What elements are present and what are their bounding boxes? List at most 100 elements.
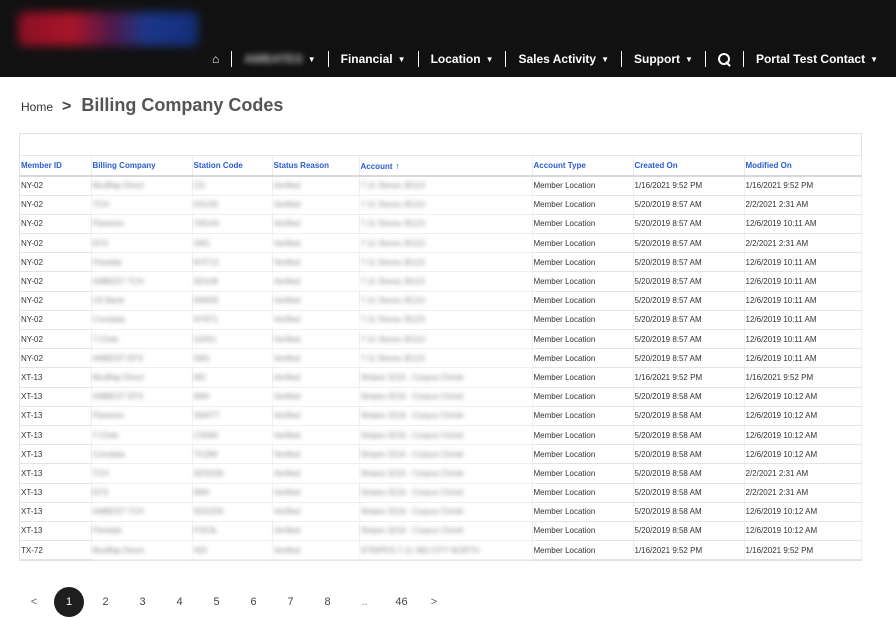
cell-account-type: Member Location xyxy=(532,271,634,292)
column-header-created-on[interactable]: Created On xyxy=(633,156,745,177)
table-row[interactable]: NY-02 AMBEST EFS SM1 Verified 7-11 Stores 35… xyxy=(20,348,862,369)
cell-modified-on: 12/6/2019 10:11 AM xyxy=(744,310,862,331)
cell-status-reason: Verified xyxy=(272,176,360,196)
cell-account: Stripes 3216 - Corpus Christi xyxy=(359,444,533,465)
grid-toolbar xyxy=(20,134,861,156)
top-navigation-bar: ⌂ AMBATES ▼ Financial ▼ Location ▼ Sales… xyxy=(0,0,896,77)
cell-modified-on: 2/2/2021 2:31 AM xyxy=(744,483,862,503)
cell-modified-on: 12/6/2019 10:12 AM xyxy=(744,444,862,465)
page-button[interactable]: 6 xyxy=(235,596,272,608)
page-button[interactable]: 2 xyxy=(87,596,124,608)
nav-item-financial[interactable]: Financial ▼ xyxy=(329,52,418,66)
cell-account-type: Member Location xyxy=(532,444,634,465)
page-button[interactable]: 5 xyxy=(198,596,235,608)
table-row[interactable]: TX-72 Mudflap Direct ADI Verified STRIPES-7-… xyxy=(20,540,862,561)
table-row[interactable]: NY-02 Mudflap Direct CD Verified 7-11 Stores… xyxy=(20,176,862,196)
cell-created-on: 1/16/2021 9:52 PM xyxy=(633,176,745,196)
table-row[interactable]: XT-13 AMBEST TCH SDS206 Verified Stripes 321… xyxy=(20,502,862,522)
table-row[interactable]: NY-02 Fleetone YM143 Verified 7-11 Stores 35… xyxy=(20,214,862,235)
cell-created-on: 5/20/2019 8:58 AM xyxy=(633,521,745,542)
nav-item-blurred[interactable]: AMBATES ▼ xyxy=(232,52,327,66)
cell-billing-company: T-Chek xyxy=(91,425,193,446)
table-row[interactable]: NY-02 Fleetdat NYF13 Verified 7-11 Stores 35… xyxy=(20,252,862,273)
chevron-down-icon: ▼ xyxy=(685,54,693,64)
column-header-account-type[interactable]: Account Type xyxy=(532,156,634,177)
table-row[interactable]: NY-02 Comdata NY871 Verified 7-11 Stores 351… xyxy=(20,310,862,331)
nav-item-location[interactable]: Location ▼ xyxy=(419,52,506,66)
cell-status-reason: Verified xyxy=(272,214,360,235)
page-button[interactable]: 7 xyxy=(272,596,309,608)
nav-item-label: Financial xyxy=(340,52,393,66)
table-row[interactable]: XT-13 EFS 9M4 Verified Stripes 3216 - Corpus… xyxy=(20,483,862,503)
chevron-down-icon: ▼ xyxy=(870,54,878,64)
breadcrumb-separator: > xyxy=(62,98,72,115)
cell-station-code: NN005 xyxy=(192,291,273,311)
cell-account-type: Member Location xyxy=(532,310,634,331)
cell-created-on: 5/20/2019 8:57 AM xyxy=(633,214,745,235)
cell-created-on: 5/20/2019 8:57 AM xyxy=(633,291,745,311)
cell-account: Stripes 3216 - Corpus Christi xyxy=(359,502,533,522)
table-row[interactable]: XT-13 Fleetdat FXE3L Verified Stripes 3216 -… xyxy=(20,521,862,542)
cell-account: 7-11 Stores 35115 xyxy=(359,271,533,292)
prev-page-button[interactable]: < xyxy=(20,596,48,608)
table-row[interactable]: NY-02 TCH DS106 Verified 7-11 Stores 35115 Me… xyxy=(20,195,862,215)
page-button[interactable]: 3 xyxy=(124,596,161,608)
cell-billing-company: Fleetone xyxy=(91,214,193,235)
nav-item-support[interactable]: Support ▼ xyxy=(622,52,705,66)
table-row[interactable]: XT-13 AMBEST EFS 9M4 Verified Stripes 3216 -… xyxy=(20,387,862,407)
page-button[interactable]: 8 xyxy=(309,596,346,608)
cell-status-reason: Verified xyxy=(272,540,360,561)
table-row[interactable]: NY-02 T-Chek S2051 Verified 7-11 Stores 3511… xyxy=(20,329,862,350)
cell-member-id: NY-02 xyxy=(20,348,92,369)
cell-account-type: Member Location xyxy=(532,483,634,503)
column-header-member-id[interactable]: Member ID xyxy=(20,156,92,177)
cell-created-on: 5/20/2019 8:57 AM xyxy=(633,252,745,273)
table-row[interactable]: XT-13 TCH SDS206 Verified Stripes 3216 - Cor… xyxy=(20,463,862,484)
page-button-current[interactable]: 1 xyxy=(54,587,84,617)
cell-account: 7-11 Stores 35115 xyxy=(359,291,533,311)
table-row[interactable]: NY-02 EFS SM1 Verified 7-11 Stores 35115 Memb… xyxy=(20,233,862,254)
nav-item-sales-activity[interactable]: Sales Activity ▼ xyxy=(506,52,621,66)
cell-billing-company: TCH xyxy=(91,195,193,215)
cell-account: Stripes 3216 - Corpus Christi xyxy=(359,406,533,426)
table-row[interactable]: XT-13 Comdata TX288 Verified Stripes 3216 - … xyxy=(20,444,862,465)
table-row[interactable]: XT-13 Mudflap Direct MD Verified Stripes 321… xyxy=(20,367,862,388)
page-button[interactable]: 4 xyxy=(161,596,198,608)
column-header-station-code[interactable]: Station Code xyxy=(192,156,273,177)
column-header-billing-company[interactable]: Billing Company xyxy=(91,156,193,177)
sort-ascending-icon: ↑ xyxy=(395,160,401,171)
column-header-account[interactable]: Account ↑ xyxy=(359,156,533,177)
cell-account-type: Member Location xyxy=(532,195,634,215)
cell-modified-on: 1/16/2021 9:52 PM xyxy=(744,540,862,561)
cell-status-reason: Verified xyxy=(272,387,360,407)
table-row[interactable]: NY-02 AMBEST TCH SD106 Verified 7-11 Stores … xyxy=(20,271,862,292)
cell-account-type: Member Location xyxy=(532,502,634,522)
pagination-ellipsis: .. xyxy=(361,596,368,608)
company-logo[interactable] xyxy=(18,12,198,46)
table-header-row: Member ID Billing Company Station Code S… xyxy=(20,156,862,177)
cell-station-code: SM1 xyxy=(192,233,273,254)
cell-modified-on: 2/2/2021 2:31 AM xyxy=(744,233,862,254)
cell-station-code: NY871 xyxy=(192,310,273,331)
cell-status-reason: Verified xyxy=(272,310,360,331)
cell-station-code: TX288 xyxy=(192,444,273,465)
column-header-modified-on[interactable]: Modified On xyxy=(744,156,862,177)
cell-member-id: XT-13 xyxy=(20,463,92,484)
cell-billing-company: Mudflap Direct xyxy=(91,367,193,388)
table-row[interactable]: XT-13 T-Chek CS584 Verified Stripes 3216 - C… xyxy=(20,425,862,446)
breadcrumb-home-link[interactable]: Home xyxy=(21,100,53,114)
nav-item-home[interactable]: ⌂ xyxy=(200,52,231,66)
cell-modified-on: 12/6/2019 10:12 AM xyxy=(744,406,862,426)
cell-billing-company: T-Chek xyxy=(91,329,193,350)
page-button-last[interactable]: 46 xyxy=(383,596,420,608)
cell-billing-company: EFS xyxy=(91,233,193,254)
chevron-down-icon: ▼ xyxy=(307,54,316,64)
table-row[interactable]: NY-02 US Bank NN005 Verified 7-11 Stores 351… xyxy=(20,291,862,311)
cell-status-reason: Verified xyxy=(272,291,360,311)
nav-item-blurred-label: AMBATES xyxy=(244,52,303,66)
next-page-button[interactable]: > xyxy=(420,596,448,608)
table-row[interactable]: XT-13 Fleetone SM4TT Verified Stripes 3216 -… xyxy=(20,406,862,426)
nav-item-user-menu[interactable]: Portal Test Contact ▼ xyxy=(744,52,890,66)
column-header-status-reason[interactable]: Status Reason xyxy=(272,156,360,177)
search-button[interactable] xyxy=(706,52,743,66)
